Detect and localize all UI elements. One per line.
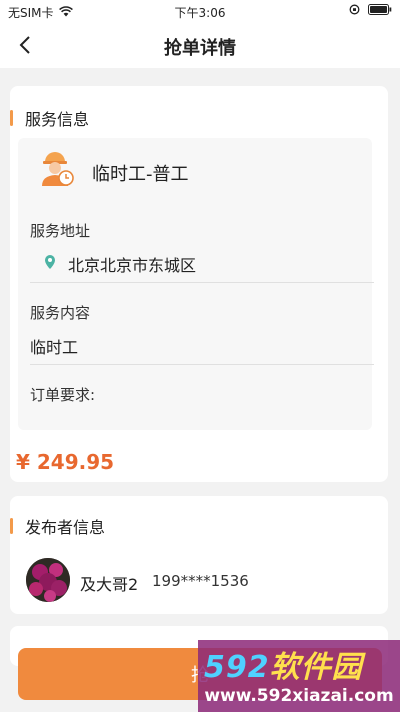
avatar[interactable]: [26, 558, 70, 602]
status-right: [349, 4, 392, 18]
orientation-lock-icon: [349, 4, 360, 18]
watermark-brand: 592软件园: [204, 642, 363, 686]
status-bar: 无SIM卡 下午3:06: [0, 0, 400, 22]
address-value: 北京北京市东城区: [68, 256, 197, 275]
address-label: 服务地址: [30, 222, 91, 240]
battery-icon: [368, 4, 392, 18]
service-info-title: 服务信息: [25, 110, 90, 129]
location-pin-icon: [44, 254, 56, 274]
status-time: 下午3:06: [174, 6, 226, 20]
section-accent-bar: [10, 110, 13, 126]
publisher-info-card: 发布者信息 及大哥2 199****1536: [10, 496, 388, 614]
service-info-header: 服务信息: [10, 108, 90, 129]
publisher-info-title: 发布者信息: [25, 518, 106, 537]
watermark-url: www.592xiazai.com: [204, 686, 394, 706]
watermark-text: 软件园: [269, 650, 363, 685]
publisher-info-header: 发布者信息: [10, 516, 106, 537]
divider: [30, 282, 374, 283]
content-value: 临时工: [30, 338, 79, 357]
page-title: 抢单详情: [164, 38, 236, 59]
service-detail-panel: 临时工-普工 服务地址 北京北京市东城区 服务内容 临时工 订单要求:: [18, 138, 374, 430]
worker-icon: [38, 148, 74, 192]
nav-bar: 抢单详情: [0, 22, 400, 68]
divider: [30, 364, 374, 365]
watermark-logo: 592软件园 www.592xiazai.com: [198, 640, 400, 712]
requirement-label: 订单要求:: [30, 386, 96, 404]
job-title: 临时工-普工: [92, 164, 189, 185]
watermark-digits: 592: [204, 650, 270, 685]
publisher-phone[interactable]: 199****1536: [152, 572, 249, 590]
price-value: ¥ 249.95: [16, 450, 115, 474]
service-info-card: 服务信息 临时工-普工 服务地址 北京北京市东城区 服务内容 临时工 订单要求:…: [10, 86, 388, 482]
publisher-name: 及大哥2: [80, 575, 139, 594]
section-accent-bar: [10, 518, 13, 534]
content-label: 服务内容: [30, 304, 91, 322]
